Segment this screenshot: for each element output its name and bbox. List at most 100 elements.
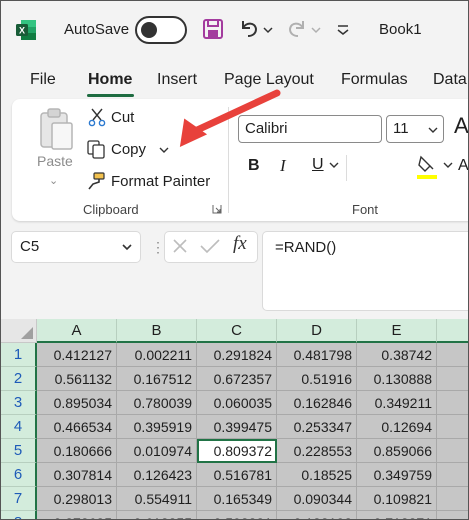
column-header[interactable]: C xyxy=(197,319,277,343)
cell[interactable]: 0.060035 xyxy=(197,391,277,415)
cell[interactable]: 0.51916 xyxy=(277,367,357,391)
tab-file[interactable]: File xyxy=(30,71,56,89)
cell[interactable]: 0.12694 xyxy=(357,415,437,439)
cut-icon[interactable] xyxy=(87,107,107,127)
tab-data[interactable]: Data xyxy=(433,71,467,89)
cell[interactable]: 0.126423 xyxy=(117,463,197,487)
underline-dropdown-icon[interactable] xyxy=(328,159,340,171)
cell[interactable]: 0.349759 xyxy=(357,463,437,487)
cell[interactable]: 0.165349 xyxy=(197,487,277,511)
paste-icon[interactable] xyxy=(38,107,74,151)
row-header[interactable]: 5 xyxy=(1,439,37,463)
cell[interactable]: 0.180666 xyxy=(37,439,117,463)
cell[interactable]: 0.298013 xyxy=(37,487,117,511)
column-header[interactable]: D xyxy=(277,319,357,343)
cell[interactable]: 0.554911 xyxy=(117,487,197,511)
row-header[interactable]: 2 xyxy=(1,367,37,391)
cell[interactable]: 0.109821 xyxy=(357,487,437,511)
italic-button[interactable]: I xyxy=(280,156,286,176)
cell[interactable]: 0.372685 xyxy=(37,511,117,519)
cell[interactable]: 0.481798 xyxy=(277,343,357,367)
redo-icon[interactable] xyxy=(283,15,311,43)
autosave-toggle[interactable] xyxy=(135,16,187,44)
cell[interactable]: 0.162846 xyxy=(277,391,357,415)
cell[interactable]: 0.349211 xyxy=(357,391,437,415)
tab-home[interactable]: Home xyxy=(88,71,132,89)
column-header[interactable]: B xyxy=(117,319,197,343)
cell[interactable]: 0.1 xyxy=(437,511,468,519)
copy-icon[interactable] xyxy=(86,139,106,159)
cell[interactable]: 0.399475 xyxy=(197,415,277,439)
cell[interactable]: 0.3 xyxy=(437,415,468,439)
customize-toolbar-icon[interactable] xyxy=(333,15,353,43)
cell[interactable]: 0.228553 xyxy=(277,439,357,463)
formula-bar-grip-icon[interactable]: ⋮ xyxy=(151,239,166,256)
formula-input[interactable]: =RAND() xyxy=(263,232,468,310)
cell[interactable]: 0.7 xyxy=(437,439,468,463)
row-header[interactable]: 4 xyxy=(1,415,37,439)
cell[interactable]: 0.0 xyxy=(437,343,468,367)
column-header[interactable]: A xyxy=(37,319,117,343)
cell[interactable]: 0.412127 xyxy=(37,343,117,367)
cell[interactable]: 0.7 xyxy=(437,367,468,391)
bold-button[interactable]: B xyxy=(248,157,260,175)
tab-insert[interactable]: Insert xyxy=(157,71,197,89)
cell[interactable]: 0.253347 xyxy=(277,415,357,439)
cell[interactable]: 0.18525 xyxy=(277,463,357,487)
tab-formulas[interactable]: Formulas xyxy=(341,71,408,89)
column-header[interactable] xyxy=(437,319,468,343)
cell[interactable]: 0.598881 xyxy=(197,511,277,519)
font-size-select[interactable]: 11 xyxy=(386,115,444,143)
cell[interactable]: 0.718271 xyxy=(357,511,437,519)
cell[interactable]: 0.130888 xyxy=(357,367,437,391)
cell[interactable]: 0.38742 xyxy=(357,343,437,367)
insert-function-button[interactable]: fx xyxy=(233,233,247,255)
cell[interactable]: 0.2 xyxy=(437,487,468,511)
save-icon[interactable] xyxy=(199,15,227,43)
active-cell[interactable]: 0.809372 xyxy=(197,439,277,463)
cell[interactable]: 0.516781 xyxy=(197,463,277,487)
paste-dropdown-icon[interactable]: ⌄ xyxy=(49,174,58,187)
cell[interactable]: 0.395919 xyxy=(117,415,197,439)
row-header[interactable]: 3 xyxy=(1,391,37,415)
row-header[interactable]: 1 xyxy=(1,343,37,367)
copy-dropdown-icon[interactable] xyxy=(157,143,171,157)
font-name-select[interactable]: Calibri xyxy=(238,115,382,143)
redo-dropdown-icon[interactable] xyxy=(309,15,323,43)
select-all-button[interactable] xyxy=(1,319,37,343)
undo-dropdown-icon[interactable] xyxy=(261,15,275,43)
cell[interactable]: 0.307814 xyxy=(37,463,117,487)
increase-font-size-button[interactable]: A xyxy=(454,113,468,139)
row-header[interactable]: 7 xyxy=(1,487,37,511)
cell[interactable]: 0.6 xyxy=(437,463,468,487)
cell[interactable]: 0.188102 xyxy=(277,511,357,519)
tab-page-layout[interactable]: Page Layout xyxy=(224,71,314,89)
cell[interactable]: 0.780039 xyxy=(117,391,197,415)
cell[interactable]: 0.167512 xyxy=(117,367,197,391)
font-color-button[interactable]: A xyxy=(458,157,468,175)
row-header[interactable]: 8 xyxy=(1,511,37,519)
paste-label[interactable]: Paste xyxy=(37,153,73,169)
cell[interactable]: 0.895034 xyxy=(37,391,117,415)
cell[interactable]: 0.2 xyxy=(437,391,468,415)
cancel-icon[interactable] xyxy=(171,237,189,255)
underline-button[interactable]: U xyxy=(312,156,324,174)
cell[interactable]: 0.010974 xyxy=(117,439,197,463)
undo-icon[interactable] xyxy=(235,15,263,43)
enter-icon[interactable] xyxy=(199,237,221,255)
cell[interactable]: 0.859066 xyxy=(357,439,437,463)
name-box-dropdown-icon[interactable] xyxy=(121,241,133,253)
clipboard-dialog-launcher-icon[interactable] xyxy=(212,204,222,214)
cell[interactable]: 0.002211 xyxy=(117,343,197,367)
format-painter-icon[interactable] xyxy=(86,171,106,191)
highlight-dropdown-icon[interactable] xyxy=(442,159,454,171)
cell[interactable]: 0.618855 xyxy=(117,511,197,519)
highlight-color-icon[interactable] xyxy=(416,153,438,181)
cell[interactable]: 0.561132 xyxy=(37,367,117,391)
cell[interactable]: 0.291824 xyxy=(197,343,277,367)
column-header[interactable]: E xyxy=(357,319,437,343)
cut-label[interactable]: Cut xyxy=(111,109,134,126)
cell[interactable]: 0.090344 xyxy=(277,487,357,511)
format-painter-label[interactable]: Format Painter xyxy=(111,173,210,190)
cell[interactable]: 0.466534 xyxy=(37,415,117,439)
